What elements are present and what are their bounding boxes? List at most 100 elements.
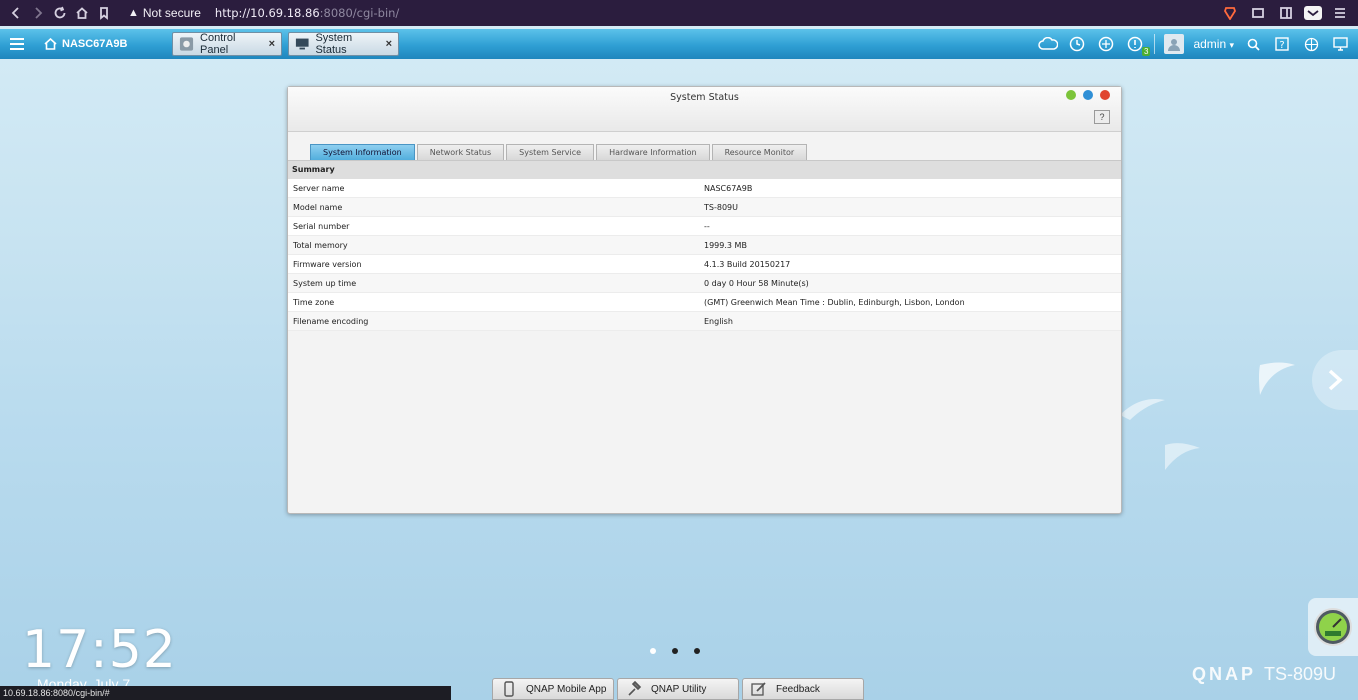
brand-logo: QNAP TS-809U xyxy=(1191,664,1336,684)
main-menu-button[interactable] xyxy=(0,29,34,59)
table-row: Filename encoding English xyxy=(288,312,1121,331)
tab-bar: System Information Network Status System… xyxy=(310,144,808,160)
dock-utility[interactable]: QNAP Utility xyxy=(617,678,739,700)
dock-mobile-app[interactable]: QNAP Mobile App xyxy=(492,678,614,700)
dock-feedback[interactable]: Feedback xyxy=(742,678,864,700)
vpn-icon[interactable] xyxy=(1304,6,1322,20)
tab-network-status[interactable]: Network Status xyxy=(416,144,505,160)
table-row: System up time 0 day 0 Hour 58 Minute(s) xyxy=(288,274,1121,293)
user-label: admin xyxy=(1193,37,1227,51)
home-label: NASC67A9B xyxy=(62,38,128,50)
row-value: (GMT) Greenwich Mean Time : Dublin, Edin… xyxy=(704,297,965,307)
minimize-button[interactable] xyxy=(1066,90,1076,100)
help-icon[interactable]: ? xyxy=(1272,34,1292,54)
row-label: Time zone xyxy=(293,297,335,307)
row-value: 1999.3 MB xyxy=(704,240,747,250)
page-dot[interactable] xyxy=(650,648,656,654)
close-window-button[interactable] xyxy=(1100,90,1110,100)
maximize-button[interactable] xyxy=(1083,90,1093,100)
url-path: :8080/cgi-bin/ xyxy=(319,6,400,20)
dashboard-button[interactable] xyxy=(1308,598,1358,656)
model-label: TS-809U xyxy=(1263,664,1336,684)
brave-shield-icon[interactable] xyxy=(1220,3,1240,23)
tab-system-information[interactable]: System Information xyxy=(310,144,415,160)
table-row: Total memory 1999.3 MB xyxy=(288,236,1121,255)
user-menu[interactable]: admin ▾ xyxy=(1193,37,1234,51)
row-label: Server name xyxy=(293,183,345,193)
row-value: 4.1.3 Build 20150217 xyxy=(704,259,791,269)
row-value: TS-809U xyxy=(704,202,738,212)
system-status-window: System Status ? System Information Netwo… xyxy=(287,86,1122,514)
security-label: Not secure xyxy=(142,6,201,20)
home-link[interactable]: NASC67A9B xyxy=(44,38,166,50)
page-dot[interactable] xyxy=(672,648,678,654)
chevron-down-icon: ▾ xyxy=(1229,40,1234,50)
gauge-icon xyxy=(1314,608,1352,646)
qnap-taskbar: NASC67A9B Control Panel × System Status … xyxy=(0,29,1358,59)
tab-hardware-information[interactable]: Hardware Information xyxy=(596,144,710,160)
row-value: English xyxy=(704,316,733,326)
page-dot[interactable] xyxy=(694,648,700,654)
svg-text:?: ? xyxy=(1279,40,1284,51)
close-tab-button[interactable]: × xyxy=(269,38,275,50)
control-panel-icon xyxy=(179,37,194,51)
tab-label: Control Panel xyxy=(200,32,236,56)
tab-resource-monitor[interactable]: Resource Monitor xyxy=(711,144,808,160)
status-url: 10.69.18.86:8080/cgi-bin/# xyxy=(0,686,451,700)
notification-badge: 3 xyxy=(1141,47,1151,56)
menu-icon[interactable] xyxy=(1330,3,1350,23)
url-host: http://10.69.18.86 xyxy=(214,6,320,20)
dock-label: QNAP Utility xyxy=(651,683,707,695)
next-page-button[interactable] xyxy=(1312,350,1358,410)
warning-icon: ▲ xyxy=(128,7,139,19)
security-indicator[interactable]: ▲ Not secure xyxy=(128,6,201,20)
divider xyxy=(1154,34,1156,54)
tab-system-status[interactable]: System Status × xyxy=(288,32,399,56)
row-label: Total memory xyxy=(293,240,348,250)
row-label: Model name xyxy=(293,202,343,212)
dock-label: QNAP Mobile App xyxy=(526,683,607,695)
dock-label: Feedback xyxy=(776,683,820,695)
tab-label: System Status xyxy=(315,32,353,56)
reload-button[interactable] xyxy=(50,3,70,23)
tab-system-service[interactable]: System Service xyxy=(506,144,595,160)
chevron-right-icon xyxy=(1328,369,1343,391)
bookmark-button[interactable] xyxy=(94,3,114,23)
table-row: Serial number -- xyxy=(288,217,1121,236)
close-tab-button[interactable]: × xyxy=(386,38,392,50)
table-row: Model name TS-809U xyxy=(288,198,1121,217)
forward-button[interactable] xyxy=(28,3,48,23)
hamburger-icon xyxy=(10,38,24,50)
monitor-icon xyxy=(295,38,309,50)
home-icon xyxy=(44,38,57,50)
clock: 17:52 xyxy=(22,620,177,680)
sidebar-icon[interactable] xyxy=(1276,3,1296,23)
table-row: Server name NASC67A9B xyxy=(288,179,1121,198)
table-row: Firmware version 4.1.3 Build 20150217 xyxy=(288,255,1121,274)
section-header: Summary xyxy=(288,161,1121,179)
row-value: NASC67A9B xyxy=(704,183,753,193)
address-bar[interactable]: http://10.69.18.86:8080/cgi-bin/ xyxy=(215,6,399,20)
external-device-icon[interactable] xyxy=(1096,34,1116,54)
row-label: Serial number xyxy=(293,221,350,231)
bird-decoration-icon xyxy=(1120,362,1295,470)
cloud-icon[interactable] xyxy=(1038,34,1059,54)
help-button[interactable]: ? xyxy=(1094,110,1110,124)
summary-table: Summary Server name NASC67A9B Model name TS… xyxy=(288,161,1121,331)
rewards-icon[interactable] xyxy=(1248,3,1268,23)
desktop-icon[interactable] xyxy=(1330,34,1350,54)
back-button[interactable] xyxy=(6,3,26,23)
search-icon[interactable] xyxy=(1243,34,1263,54)
page-indicator xyxy=(650,648,700,654)
tab-control-panel[interactable]: Control Panel × xyxy=(172,32,282,56)
avatar[interactable] xyxy=(1164,34,1185,54)
phone-icon xyxy=(504,681,514,697)
window-titlebar[interactable]: System Status ? xyxy=(288,87,1121,132)
background-tasks-icon[interactable] xyxy=(1067,34,1087,54)
notification-icon[interactable]: 3 xyxy=(1125,34,1151,56)
home-button[interactable] xyxy=(72,3,92,23)
row-value: 0 day 0 Hour 58 Minute(s) xyxy=(704,278,809,288)
edit-icon xyxy=(751,682,766,696)
language-icon[interactable] xyxy=(1301,34,1321,54)
table-row: Time zone (GMT) Greenwich Mean Time : Dub… xyxy=(288,293,1121,312)
